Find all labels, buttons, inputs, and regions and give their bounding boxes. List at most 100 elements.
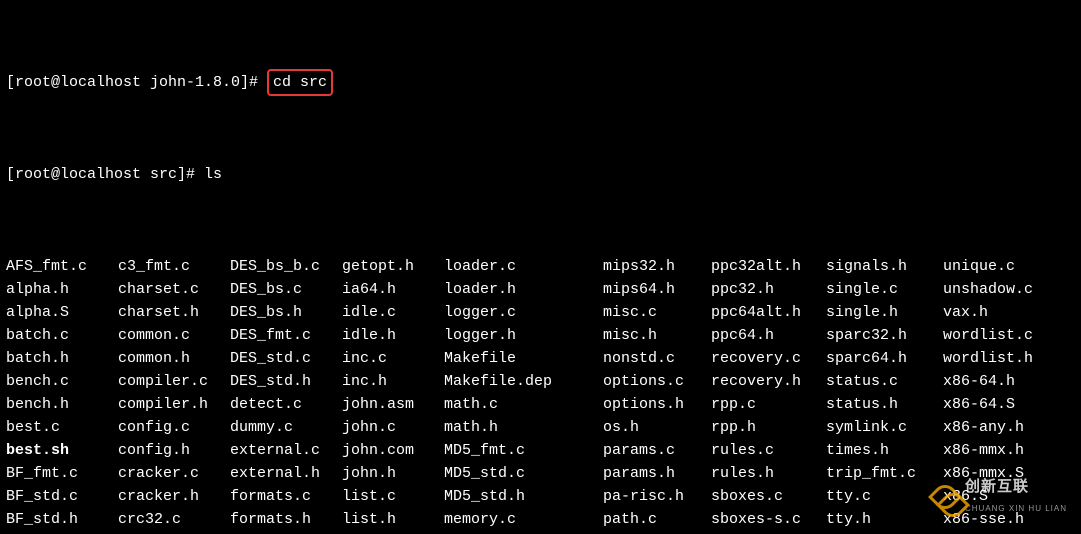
ls-file: options.h: [603, 393, 711, 416]
ls-file: DES_bs_b.c: [230, 255, 342, 278]
ls-file: external.h: [230, 462, 342, 485]
ls-file: x86-mmx.h: [943, 439, 1053, 462]
ls-file: math.c: [444, 393, 603, 416]
ls-file: detect.c: [230, 393, 342, 416]
highlight-cd-src: cd src: [267, 69, 333, 96]
ls-file: sparc32.h: [826, 324, 943, 347]
ls-row: BF_fmt.ccracker.cexternal.hjohn.hMD5_std…: [6, 462, 1075, 485]
prompt-prefix: [root@localhost src]#: [6, 166, 204, 183]
ls-file: mips64.h: [603, 278, 711, 301]
ls-file: Makefile: [444, 347, 603, 370]
ls-file: common.h: [118, 347, 230, 370]
ls-file: john.h: [342, 462, 444, 485]
ls-file: cracker.c: [118, 462, 230, 485]
ls-row: best.cconfig.cdummy.cjohn.cmath.hos.hrpp…: [6, 416, 1075, 439]
ls-file: logger.h: [444, 324, 603, 347]
ls-file: ppc64.h: [711, 324, 826, 347]
prompt-line-ls[interactable]: [root@localhost src]# ls: [6, 163, 1075, 186]
ls-file: unshadow.c: [943, 278, 1053, 301]
ls-file: BF_std.c: [6, 485, 118, 508]
ls-file: list.h: [342, 508, 444, 531]
ls-file: common.c: [118, 324, 230, 347]
ls-file: pa-risc.h: [603, 485, 711, 508]
ls-row: alpha.Scharset.hDES_bs.hidle.clogger.cmi…: [6, 301, 1075, 324]
ls-row: batch.ccommon.cDES_fmt.cidle.hlogger.hmi…: [6, 324, 1075, 347]
terminal-output: [root@localhost john-1.8.0]# cd src [roo…: [0, 0, 1081, 534]
ls-file: config.c: [118, 416, 230, 439]
ls-file: sboxes-s.c: [711, 508, 826, 531]
ls-file: misc.c: [603, 301, 711, 324]
ls-row: BF_std.ccracker.hformats.clist.cMD5_std.…: [6, 485, 1075, 508]
ls-file: tty.c: [826, 485, 943, 508]
ls-file: DES_std.c: [230, 347, 342, 370]
ls-file: math.h: [444, 416, 603, 439]
ls-file: rpp.c: [711, 393, 826, 416]
ls-file: Makefile.dep: [444, 370, 603, 393]
ls-file: loader.c: [444, 255, 603, 278]
ls-file: os.h: [603, 416, 711, 439]
ls-file: crc32.c: [118, 508, 230, 531]
ls-row: bench.ccompiler.cDES_std.hinc.hMakefile.…: [6, 370, 1075, 393]
ls-file: DES_bs.c: [230, 278, 342, 301]
ls-file: rules.h: [711, 462, 826, 485]
ls-file: MD5_std.c: [444, 462, 603, 485]
ls-file: path.c: [603, 508, 711, 531]
ls-file: compiler.h: [118, 393, 230, 416]
ls-listing: AFS_fmt.cc3_fmt.cDES_bs_b.cgetopt.hloade…: [6, 255, 1075, 534]
ls-file: inc.h: [342, 370, 444, 393]
ls-file: wordlist.h: [943, 347, 1053, 370]
ls-file: batch.h: [6, 347, 118, 370]
ls-file: DES_fmt.c: [230, 324, 342, 347]
ls-file: john.asm: [342, 393, 444, 416]
ls-file: unique.c: [943, 255, 1053, 278]
ls-file: recovery.h: [711, 370, 826, 393]
ls-file: params.h: [603, 462, 711, 485]
ls-file: MD5_fmt.c: [444, 439, 603, 462]
watermark-subtext: CHUANG XIN HU LIAN: [965, 497, 1067, 520]
ls-file: BF_std.h: [6, 508, 118, 531]
ls-file: best.sh: [6, 439, 118, 462]
ls-row: best.shconfig.hexternal.cjohn.comMD5_fmt…: [6, 439, 1075, 462]
prompt-line-cd[interactable]: [root@localhost john-1.8.0]# cd src: [6, 71, 1075, 94]
ls-file: wordlist.c: [943, 324, 1053, 347]
ls-file: vax.h: [943, 301, 1053, 324]
ls-file: recovery.c: [711, 347, 826, 370]
ls-file: c3_fmt.c: [118, 255, 230, 278]
ls-file: config.h: [118, 439, 230, 462]
watermark-logo-icon: [933, 485, 959, 511]
ls-file: charset.h: [118, 301, 230, 324]
ls-file: bench.c: [6, 370, 118, 393]
ls-row: bench.hcompiler.hdetect.cjohn.asmmath.co…: [6, 393, 1075, 416]
ls-file: cracker.h: [118, 485, 230, 508]
ls-file: external.c: [230, 439, 342, 462]
ls-file: tty.h: [826, 508, 943, 531]
ls-file: trip_fmt.c: [826, 462, 943, 485]
ls-file: alpha.h: [6, 278, 118, 301]
ls-file: options.c: [603, 370, 711, 393]
ls-file: sparc64.h: [826, 347, 943, 370]
ls-file: x86-64.h: [943, 370, 1053, 393]
ls-file: charset.c: [118, 278, 230, 301]
ls-row: alpha.hcharset.cDES_bs.cia64.hloader.hmi…: [6, 278, 1075, 301]
ls-file: sboxes.c: [711, 485, 826, 508]
ls-file: DES_bs.h: [230, 301, 342, 324]
prompt-prefix: [root@localhost john-1.8.0]#: [6, 74, 267, 91]
ls-file: BF_fmt.c: [6, 462, 118, 485]
watermark-text: 创新互联: [965, 478, 1029, 495]
ls-file: alpha.S: [6, 301, 118, 324]
ls-file: ppc64alt.h: [711, 301, 826, 324]
ls-file: DES_std.h: [230, 370, 342, 393]
ls-file: mips32.h: [603, 255, 711, 278]
ls-file: john.com: [342, 439, 444, 462]
ls-file: single.c: [826, 278, 943, 301]
ls-file: compiler.c: [118, 370, 230, 393]
ls-file: ia64.h: [342, 278, 444, 301]
ls-file: x86-any.h: [943, 416, 1053, 439]
ls-file: john.c: [342, 416, 444, 439]
ls-file: MD5_std.h: [444, 485, 603, 508]
ls-file: logger.c: [444, 301, 603, 324]
ls-file: params.c: [603, 439, 711, 462]
ls-file: nonstd.c: [603, 347, 711, 370]
ls-file: bench.h: [6, 393, 118, 416]
ls-file: rpp.h: [711, 416, 826, 439]
